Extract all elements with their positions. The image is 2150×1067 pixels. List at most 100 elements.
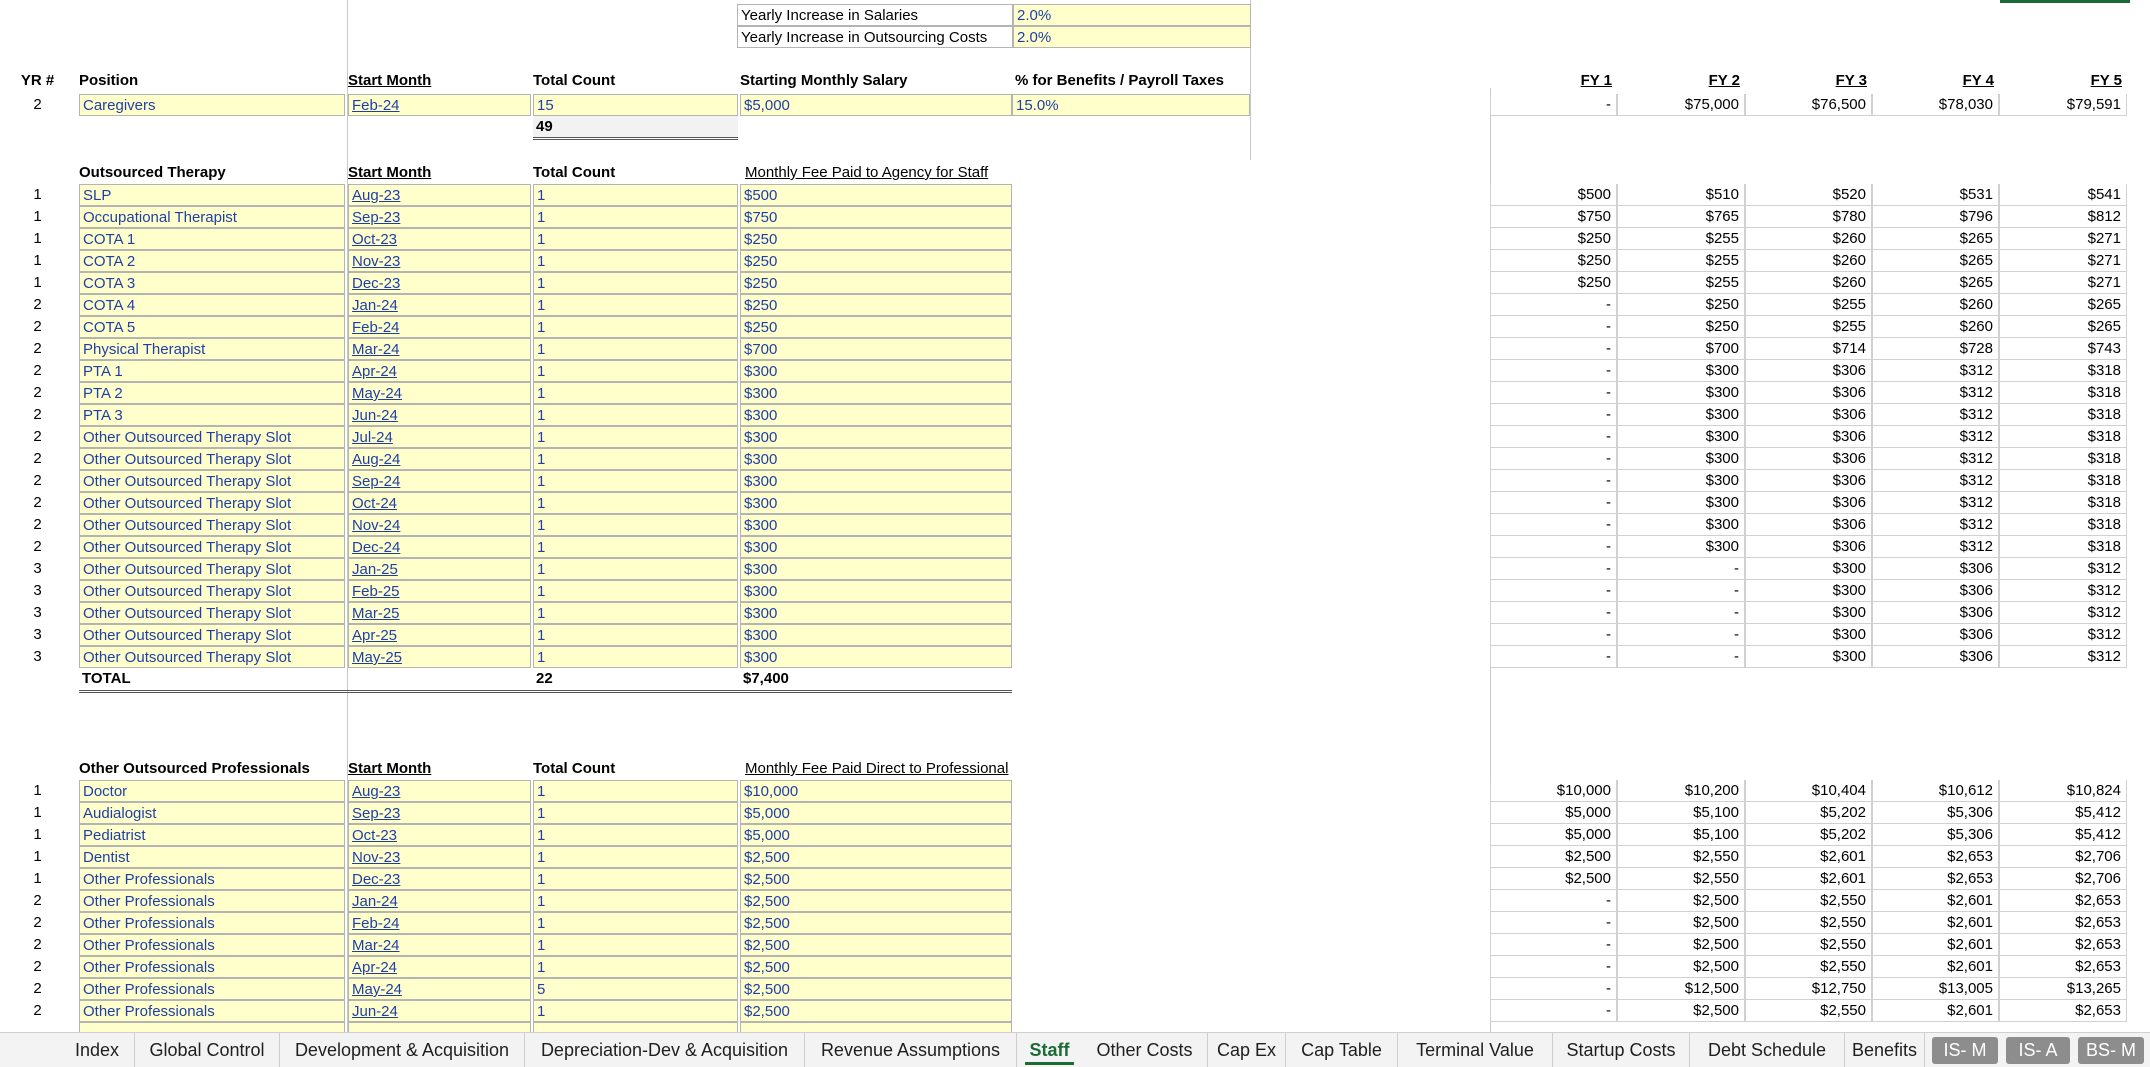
start-month-cell[interactable]: Sep-24 <box>348 470 531 492</box>
start-month-cell[interactable]: Oct-23 <box>348 824 531 846</box>
sheet-tab[interactable]: Debt Schedule <box>1690 1033 1845 1067</box>
count-cell[interactable]: 1 <box>533 448 738 470</box>
fee-cell[interactable] <box>740 1022 1012 1032</box>
sheet-tab[interactable]: Revenue Assumptions <box>805 1033 1017 1067</box>
start-month-cell[interactable]: May-25 <box>348 646 531 668</box>
count-cell[interactable]: 1 <box>533 780 738 802</box>
count-cell[interactable]: 1 <box>533 558 738 580</box>
count-cell[interactable]: 1 <box>533 624 738 646</box>
start-month-cell[interactable]: Sep-23 <box>348 206 531 228</box>
position-cell[interactable]: Other Professionals <box>79 978 345 1000</box>
count-cell[interactable]: 1 <box>533 868 738 890</box>
count-cell[interactable]: 1 <box>533 338 738 360</box>
position-cell[interactable]: PTA 1 <box>79 360 345 382</box>
fee-cell[interactable]: $2,500 <box>740 978 1012 1000</box>
position-cell[interactable]: Other Outsourced Therapy Slot <box>79 646 345 668</box>
sheet-tab[interactable]: IS- M <box>1932 1037 1998 1064</box>
position-cell[interactable]: Audialogist <box>79 802 345 824</box>
count-cell[interactable]: 1 <box>533 184 738 206</box>
start-month-cell[interactable]: Mar-24 <box>348 338 531 360</box>
fee-cell[interactable]: $2,500 <box>740 868 1012 890</box>
count-cell[interactable]: 1 <box>533 824 738 846</box>
fee-cell[interactable]: $750 <box>740 206 1012 228</box>
count-cell[interactable]: 1 <box>533 250 738 272</box>
fee-cell[interactable]: $250 <box>740 316 1012 338</box>
sheet-tab[interactable]: Global Control <box>135 1033 280 1067</box>
position-cell[interactable]: Other Outsourced Therapy Slot <box>79 492 345 514</box>
fee-cell[interactable]: $700 <box>740 338 1012 360</box>
position-cell[interactable]: Other Outsourced Therapy Slot <box>79 470 345 492</box>
position-cell[interactable]: Other Outsourced Therapy Slot <box>79 426 345 448</box>
position-cell[interactable]: Other Outsourced Therapy Slot <box>79 514 345 536</box>
benefits-cell[interactable]: 15.0% <box>1012 94 1250 116</box>
position-cell[interactable]: Other Outsourced Therapy Slot <box>79 602 345 624</box>
position-cell[interactable]: Caregivers <box>79 94 345 116</box>
count-cell[interactable]: 1 <box>533 382 738 404</box>
spreadsheet-grid[interactable]: Yearly Increase in Salaries 2.0% Yearly In… <box>0 0 2150 1032</box>
start-month-cell[interactable]: Dec-23 <box>348 272 531 294</box>
fee-cell[interactable]: $300 <box>740 382 1012 404</box>
fee-cell[interactable]: $250 <box>740 228 1012 250</box>
fee-cell[interactable]: $250 <box>740 272 1012 294</box>
position-cell[interactable]: COTA 1 <box>79 228 345 250</box>
fee-cell[interactable]: $300 <box>740 536 1012 558</box>
assumption-value[interactable]: 2.0% <box>1013 26 1251 48</box>
fee-cell[interactable]: $10,000 <box>740 780 1012 802</box>
start-month-cell[interactable]: Jun-24 <box>348 404 531 426</box>
fee-cell[interactable]: $300 <box>740 514 1012 536</box>
sheet-tab[interactable]: Depreciation-Dev & Acquisition <box>525 1033 805 1067</box>
fee-cell[interactable]: $300 <box>740 646 1012 668</box>
sheet-tab[interactable]: Index <box>60 1033 135 1067</box>
position-cell[interactable]: COTA 3 <box>79 272 345 294</box>
count-cell[interactable]: 1 <box>533 580 738 602</box>
fee-cell[interactable]: $2,500 <box>740 890 1012 912</box>
start-month-cell[interactable]: Jun-24 <box>348 1000 531 1022</box>
count-cell[interactable]: 1 <box>533 646 738 668</box>
position-cell[interactable]: PTA 2 <box>79 382 345 404</box>
count-cell[interactable]: 1 <box>533 426 738 448</box>
position-cell[interactable]: Other Professionals <box>79 912 345 934</box>
count-cell[interactable]: 1 <box>533 956 738 978</box>
start-month-cell[interactable]: May-24 <box>348 978 531 1000</box>
count-cell[interactable]: 5 <box>533 978 738 1000</box>
count-cell[interactable]: 1 <box>533 912 738 934</box>
fee-cell[interactable]: $2,500 <box>740 956 1012 978</box>
start-month-cell[interactable]: Jul-24 <box>348 426 531 448</box>
position-cell[interactable]: SLP <box>79 184 345 206</box>
count-cell[interactable]: 1 <box>533 294 738 316</box>
fee-cell[interactable]: $300 <box>740 360 1012 382</box>
position-cell[interactable]: Pediatrist <box>79 824 345 846</box>
start-month-cell[interactable]: May-24 <box>348 382 531 404</box>
position-cell[interactable]: Other Professionals <box>79 890 345 912</box>
start-month-cell[interactable]: Nov-23 <box>348 846 531 868</box>
count-cell[interactable]: 1 <box>533 360 738 382</box>
sheet-tab[interactable]: Cap Table <box>1286 1033 1398 1067</box>
assumption-value[interactable]: 2.0% <box>1013 4 1251 26</box>
count-cell[interactable]: 1 <box>533 602 738 624</box>
start-month-cell[interactable] <box>348 1022 531 1032</box>
fee-cell[interactable]: $300 <box>740 404 1012 426</box>
count-cell[interactable]: 1 <box>533 846 738 868</box>
start-month-cell[interactable]: Aug-23 <box>348 780 531 802</box>
sheet-tab[interactable]: BS- M <box>2078 1037 2144 1064</box>
sheet-tab[interactable]: Startup Costs <box>1553 1033 1690 1067</box>
start-month-cell[interactable]: Aug-24 <box>348 448 531 470</box>
position-cell[interactable]: Occupational Therapist <box>79 206 345 228</box>
start-month-cell[interactable]: Feb-25 <box>348 580 531 602</box>
count-cell[interactable]: 1 <box>533 934 738 956</box>
start-month-cell[interactable]: Dec-23 <box>348 868 531 890</box>
count-cell[interactable]: 1 <box>533 1000 738 1022</box>
position-cell[interactable]: Other Professionals <box>79 934 345 956</box>
position-cell[interactable]: Other Outsourced Therapy Slot <box>79 624 345 646</box>
sheet-tab[interactable]: Benefits <box>1845 1033 1925 1067</box>
count-cell[interactable]: 1 <box>533 316 738 338</box>
sheet-tab[interactable]: Terminal Value <box>1398 1033 1553 1067</box>
fee-cell[interactable]: $2,500 <box>740 846 1012 868</box>
position-cell[interactable]: Other Outsourced Therapy Slot <box>79 580 345 602</box>
position-cell[interactable]: Other Outsourced Therapy Slot <box>79 536 345 558</box>
position-cell[interactable]: Dentist <box>79 846 345 868</box>
start-month-cell[interactable]: Jan-25 <box>348 558 531 580</box>
start-month-cell[interactable]: Mar-24 <box>348 934 531 956</box>
position-cell[interactable]: Doctor <box>79 780 345 802</box>
sheet-tab[interactable]: Other Costs <box>1082 1033 1208 1067</box>
